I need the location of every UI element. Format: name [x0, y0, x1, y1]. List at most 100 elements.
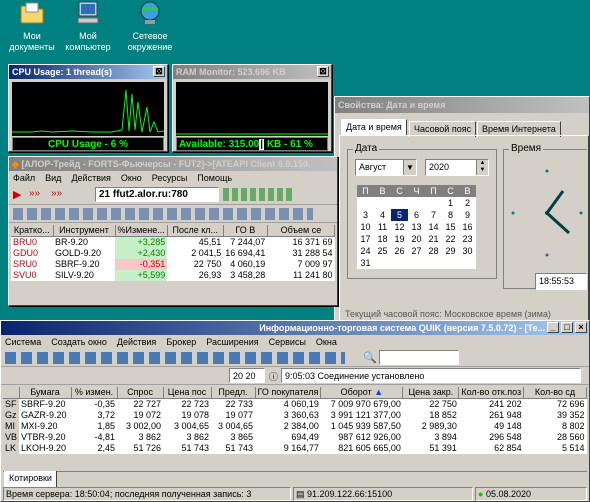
cell-vol: 31 288 54	[292, 248, 333, 258]
datetime-window[interactable]: Свойства: Дата и время Дата и время Часо…	[334, 96, 590, 324]
tab-date-time[interactable]: Дата и время	[341, 119, 407, 135]
calendar-day[interactable]: 26	[391, 245, 408, 257]
table-row[interactable]: LK LKOH-9.20 2,45 51 726 51 743 51 743 9 164,7…	[3, 443, 587, 454]
calendar-day[interactable]: 9	[459, 209, 476, 221]
table-row[interactable]: SRU0 SBRF-9.20 -0,351 22 750 4 060,19 7 009 9…	[11, 259, 335, 270]
calendar-day[interactable]: 10	[357, 221, 374, 233]
tool-value[interactable]: 20 20	[229, 368, 265, 383]
calendar-day[interactable]: 28	[425, 245, 442, 257]
quik-window[interactable]: Информационно-торговая система QUIK (вер…	[0, 320, 590, 502]
forward-icon[interactable]: »»	[51, 188, 62, 199]
calendar-day[interactable]: 13	[408, 221, 425, 233]
quik-menu: Система Создать окно Действия Брокер Расшире…	[1, 335, 589, 349]
calendar-day[interactable]: 6	[408, 209, 425, 221]
quik-toolbar-2: 20 20 ⓘ 9:05:03 Соединение установлено	[1, 367, 589, 385]
calendar-day[interactable]: 11	[374, 221, 391, 233]
menu-view[interactable]: Вид	[45, 173, 61, 183]
close-icon[interactable]: ⊠	[317, 66, 329, 77]
calendar-day[interactable]: 7	[425, 209, 442, 221]
calendar-day[interactable]: 1	[442, 197, 459, 209]
table-row[interactable]: MI MXI-9.20 1,85 3 002,00 3 004,65 3 004,65 2 …	[3, 421, 587, 432]
table-row[interactable]: SVU0 SILV-9.20 +5,599 26,93 3 458,28 11 241 8…	[11, 270, 335, 281]
menu-actions[interactable]: Действия	[71, 173, 110, 183]
time-field[interactable]: 18:55:53	[535, 273, 587, 290]
ram-status: Available: 315.00| KB - 61 %	[176, 137, 328, 151]
desktop-icon-my-documents[interactable]: Мои документы	[0, 0, 64, 53]
date-group-label: Дата	[353, 143, 380, 154]
desktop-icon-my-computer[interactable]: Мой компьютер	[56, 0, 120, 53]
ram-monitor-window[interactable]: RAM Monitor: 523.696 KB ⊠ Available: 315…	[172, 64, 332, 152]
calendar-day[interactable]: 20	[408, 233, 425, 245]
table-row[interactable]: VB VTBR-9.20 -4,81 3 862 3 862 3 865 694,49 987…	[3, 432, 587, 443]
calendar-day[interactable]: 16	[459, 221, 476, 233]
tab-quotes[interactable]: Котировки	[4, 471, 57, 487]
calendar-day[interactable]: 12	[391, 221, 408, 233]
cell-close: 18 852	[429, 410, 457, 420]
play-icon[interactable]: ▶	[13, 188, 21, 201]
table-row[interactable]: GDU0 GOLD-9.20 +2,430 2 041,5 16 694,41 31 28…	[11, 248, 335, 259]
alor-table[interactable]: Кратко... Инструмент %Измене... После кл...…	[11, 225, 336, 281]
menu-services[interactable]: Сервисы	[269, 337, 306, 347]
menu-create-window[interactable]: Создать окно	[51, 337, 107, 347]
calendar-day[interactable]: 27	[408, 245, 425, 257]
calendar-day[interactable]: 22	[442, 233, 459, 245]
calendar-day[interactable]: 17	[357, 233, 374, 245]
menu-extensions[interactable]: Расширения	[206, 337, 258, 347]
quik-quotes-table[interactable]: Бумага% измен. Спрос Цена пос Предл. ГО поку…	[3, 387, 587, 454]
search-input[interactable]	[379, 350, 459, 365]
menu-window[interactable]: Окно	[121, 173, 142, 183]
calendar-day[interactable]: 19	[391, 233, 408, 245]
forward-icon[interactable]: »»	[29, 188, 40, 199]
menu-file[interactable]: Файл	[13, 173, 35, 183]
minimize-icon[interactable]: _	[547, 322, 559, 333]
calendar-day[interactable]: 21	[425, 233, 442, 245]
table-row[interactable]: BRU0 BR-9.20 +3,285 45,51 7 244,07 16 371 69	[11, 236, 335, 248]
table-row[interactable]: SF SBRF-9.20 -0,35 22 727 22 723 22 733 4 060,…	[3, 398, 587, 410]
calendar-day[interactable]: 8	[442, 209, 459, 221]
calendar-day[interactable]: 29	[442, 245, 459, 257]
quik-toolbar: 🔍	[1, 349, 589, 367]
server-select[interactable]: 21 ffut2.alor.ru:780	[95, 187, 219, 202]
calendar-day[interactable]: 23	[459, 233, 476, 245]
calendar-day[interactable]: 14	[425, 221, 442, 233]
calendar-day[interactable]: 2	[459, 197, 476, 209]
menu-help[interactable]: Помощь	[197, 173, 232, 183]
close-icon[interactable]: ⊠	[153, 66, 165, 77]
calendar-day[interactable]: 24	[357, 245, 374, 257]
toolbar-icons[interactable]	[13, 208, 313, 220]
calendar-day[interactable]: 3	[357, 209, 374, 221]
search-icon[interactable]: 🔍	[363, 351, 377, 364]
month-select[interactable]: Август ▼	[355, 159, 417, 176]
timezone-text: Текущий часовой пояс: Московское время (…	[345, 309, 551, 319]
menu-broker[interactable]: Брокер	[166, 337, 196, 347]
toolbar-icons[interactable]	[5, 352, 345, 364]
menu-actions[interactable]: Действия	[117, 337, 156, 347]
menu-windows[interactable]: Окна	[316, 337, 337, 347]
cell-pre: VB	[3, 432, 20, 443]
alor-toolbar-2	[9, 205, 337, 223]
ram-monitor-title: RAM Monitor: 523.696 KB	[173, 65, 331, 79]
calendar-day[interactable]: 25	[374, 245, 391, 257]
calendar[interactable]: ПВСЧПСВ 1 2 3 4 5 6 7 8 9 10 11 12 13 14 15 16 17 18 19 20 2…	[357, 185, 476, 269]
maximize-icon[interactable]: □	[561, 322, 573, 333]
spin-arrows-icon[interactable]: ▲ ▼	[476, 160, 488, 175]
chevron-down-icon[interactable]: ▼	[403, 160, 416, 175]
cell-deals: 8 802	[561, 421, 585, 431]
cpu-monitor-window[interactable]: CPU Usage: 1 thread(s) ⊠ CPU Usage - 6 %	[8, 64, 168, 152]
menu-resources[interactable]: Ресурсы	[152, 173, 188, 183]
calendar-day[interactable]: 5	[391, 209, 408, 221]
toolbar-icons[interactable]	[223, 188, 293, 201]
calendar-day[interactable]: 15	[442, 221, 459, 233]
menu-system[interactable]: Система	[5, 337, 41, 347]
desktop-icon-network[interactable]: Сетевое окружение	[118, 0, 182, 53]
calendar-day[interactable]: 18	[374, 233, 391, 245]
table-row[interactable]: Gz GAZR-9.20 3,72 19 072 19 078 19 077 3 360,6…	[3, 410, 587, 421]
year-spinner[interactable]: 2020 ▲ ▼	[425, 159, 489, 176]
calendar-day[interactable]: 31	[357, 257, 374, 269]
alor-window[interactable]: ◆ [АЛОР-Трейд - FORTS-Фьючерсы - FUT2]->…	[8, 156, 338, 306]
calendar-day[interactable]: 4	[374, 209, 391, 221]
cell-close: 51 391	[429, 443, 457, 453]
cell-bid: 51 726	[133, 443, 162, 453]
close-icon[interactable]: ×	[575, 322, 587, 333]
calendar-day[interactable]: 30	[459, 245, 476, 257]
